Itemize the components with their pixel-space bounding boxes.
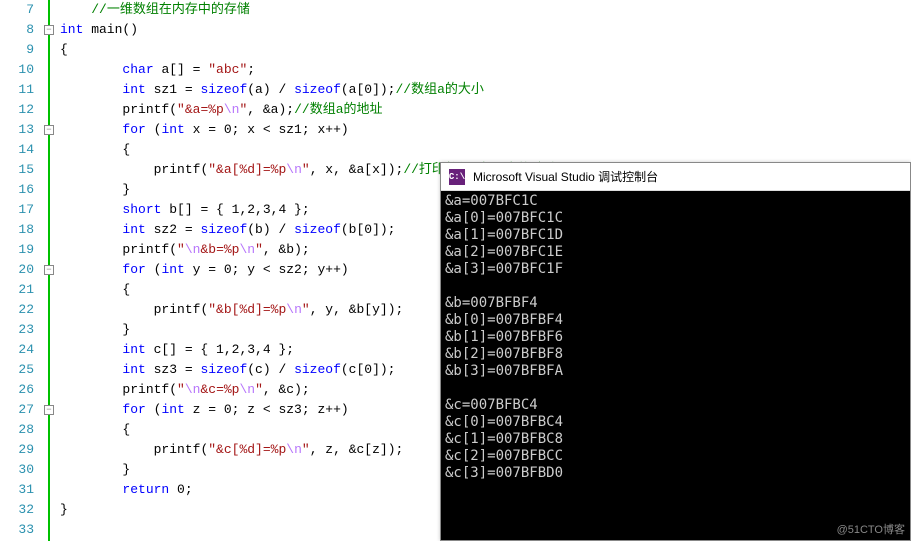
line-number: 12 xyxy=(0,100,34,120)
line-number: 28 xyxy=(0,420,34,440)
line-number: 16 xyxy=(0,180,34,200)
console-line: &c[0]=007BFBC4 xyxy=(445,414,906,431)
console-line: &b[0]=007BFBF4 xyxy=(445,312,906,329)
console-line: &a=007BFC1C xyxy=(445,193,906,210)
console-line: &a[0]=007BFC1C xyxy=(445,210,906,227)
console-line: &a[2]=007BFC1E xyxy=(445,244,906,261)
code-line[interactable]: char a[] = "abc"; xyxy=(60,60,911,80)
code-line[interactable]: for (int x = 0; x < sz1; x++) xyxy=(60,120,911,140)
console-line: &b[3]=007BFBFA xyxy=(445,363,906,380)
line-number: 26 xyxy=(0,380,34,400)
fold-column[interactable]: − − − − xyxy=(42,0,60,541)
line-number: 15 xyxy=(0,160,34,180)
fold-toggle-icon[interactable]: − xyxy=(44,405,54,415)
line-number: 18 xyxy=(0,220,34,240)
line-number: 17 xyxy=(0,200,34,220)
line-number: 30 xyxy=(0,460,34,480)
console-app-icon: C:\ xyxy=(449,169,465,185)
line-number: 11 xyxy=(0,80,34,100)
fold-toggle-icon[interactable]: − xyxy=(44,265,54,275)
code-line[interactable]: { xyxy=(60,140,911,160)
fold-toggle-icon[interactable]: − xyxy=(44,125,54,135)
console-titlebar[interactable]: C:\ Microsoft Visual Studio 调试控制台 xyxy=(441,163,910,191)
console-line: &b[2]=007BFBF8 xyxy=(445,346,906,363)
line-number: 31 xyxy=(0,480,34,500)
line-number: 27 xyxy=(0,400,34,420)
line-number: 22 xyxy=(0,300,34,320)
line-number: 7 xyxy=(0,0,34,20)
console-line: &c[3]=007BFBD0 xyxy=(445,465,906,482)
console-line: &c[2]=007BFBCC xyxy=(445,448,906,465)
line-number: 33 xyxy=(0,520,34,540)
console-line: &c[1]=007BFBC8 xyxy=(445,431,906,448)
console-window[interactable]: C:\ Microsoft Visual Studio 调试控制台 &a=007… xyxy=(440,162,911,541)
line-number: 24 xyxy=(0,340,34,360)
code-line[interactable]: int sz1 = sizeof(a) / sizeof(a[0]);//数组a… xyxy=(60,80,911,100)
code-line[interactable]: int main() xyxy=(60,20,911,40)
code-line[interactable]: printf("&a=%p\n", &a);//数组a的地址 xyxy=(60,100,911,120)
console-line: &b=007BFBF4 xyxy=(445,295,906,312)
line-number: 21 xyxy=(0,280,34,300)
console-output[interactable]: &a=007BFC1C&a[0]=007BFC1C&a[1]=007BFC1D&… xyxy=(441,191,910,540)
line-number: 19 xyxy=(0,240,34,260)
console-title: Microsoft Visual Studio 调试控制台 xyxy=(473,168,658,185)
code-line[interactable]: //一维数组在内存中的存储 xyxy=(60,0,911,20)
console-line: &c=007BFBC4 xyxy=(445,397,906,414)
fold-toggle-icon[interactable]: − xyxy=(44,25,54,35)
line-number: 10 xyxy=(0,60,34,80)
console-line: &b[1]=007BFBF6 xyxy=(445,329,906,346)
line-number: 23 xyxy=(0,320,34,340)
line-number-gutter: 7891011121314151617181920212223242526272… xyxy=(0,0,42,541)
console-line: &a[1]=007BFC1D xyxy=(445,227,906,244)
line-number: 29 xyxy=(0,440,34,460)
line-number: 32 xyxy=(0,500,34,520)
console-line xyxy=(445,278,906,295)
line-number: 20 xyxy=(0,260,34,280)
code-line[interactable]: { xyxy=(60,40,911,60)
watermark: @51CTO博客 xyxy=(837,521,905,537)
line-number: 14 xyxy=(0,140,34,160)
line-number: 13 xyxy=(0,120,34,140)
console-line xyxy=(445,380,906,397)
line-number: 9 xyxy=(0,40,34,60)
line-number: 25 xyxy=(0,360,34,380)
line-number: 8 xyxy=(0,20,34,40)
console-line: &a[3]=007BFC1F xyxy=(445,261,906,278)
